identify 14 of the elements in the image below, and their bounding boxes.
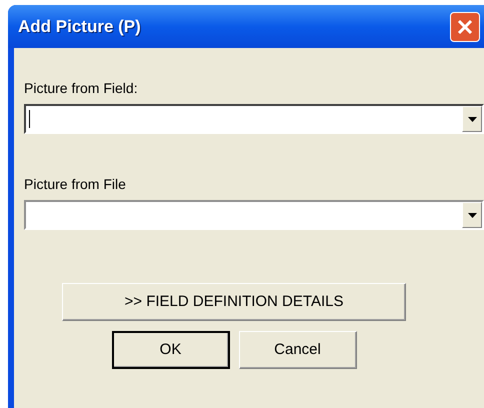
caret-icon — [468, 116, 476, 122]
dialog-button[interactable]: OK — [112, 331, 230, 369]
dropdown-button[interactable] — [462, 106, 482, 132]
dialog-button[interactable]: Cancel — [238, 331, 356, 369]
combo-box[interactable] — [24, 104, 484, 134]
close-button[interactable] — [450, 12, 480, 42]
dropdown-button[interactable] — [462, 202, 482, 228]
field-label: Picture from File — [24, 175, 127, 194]
text-cursor — [29, 110, 30, 128]
caret-icon — [468, 212, 476, 218]
dialog-button[interactable]: >> FIELD DEFINITION DETAILS — [62, 283, 406, 321]
field-label: Picture from Field: — [24, 79, 139, 98]
close-icon — [456, 18, 474, 36]
window-title: Add Picture (P) — [18, 16, 141, 38]
